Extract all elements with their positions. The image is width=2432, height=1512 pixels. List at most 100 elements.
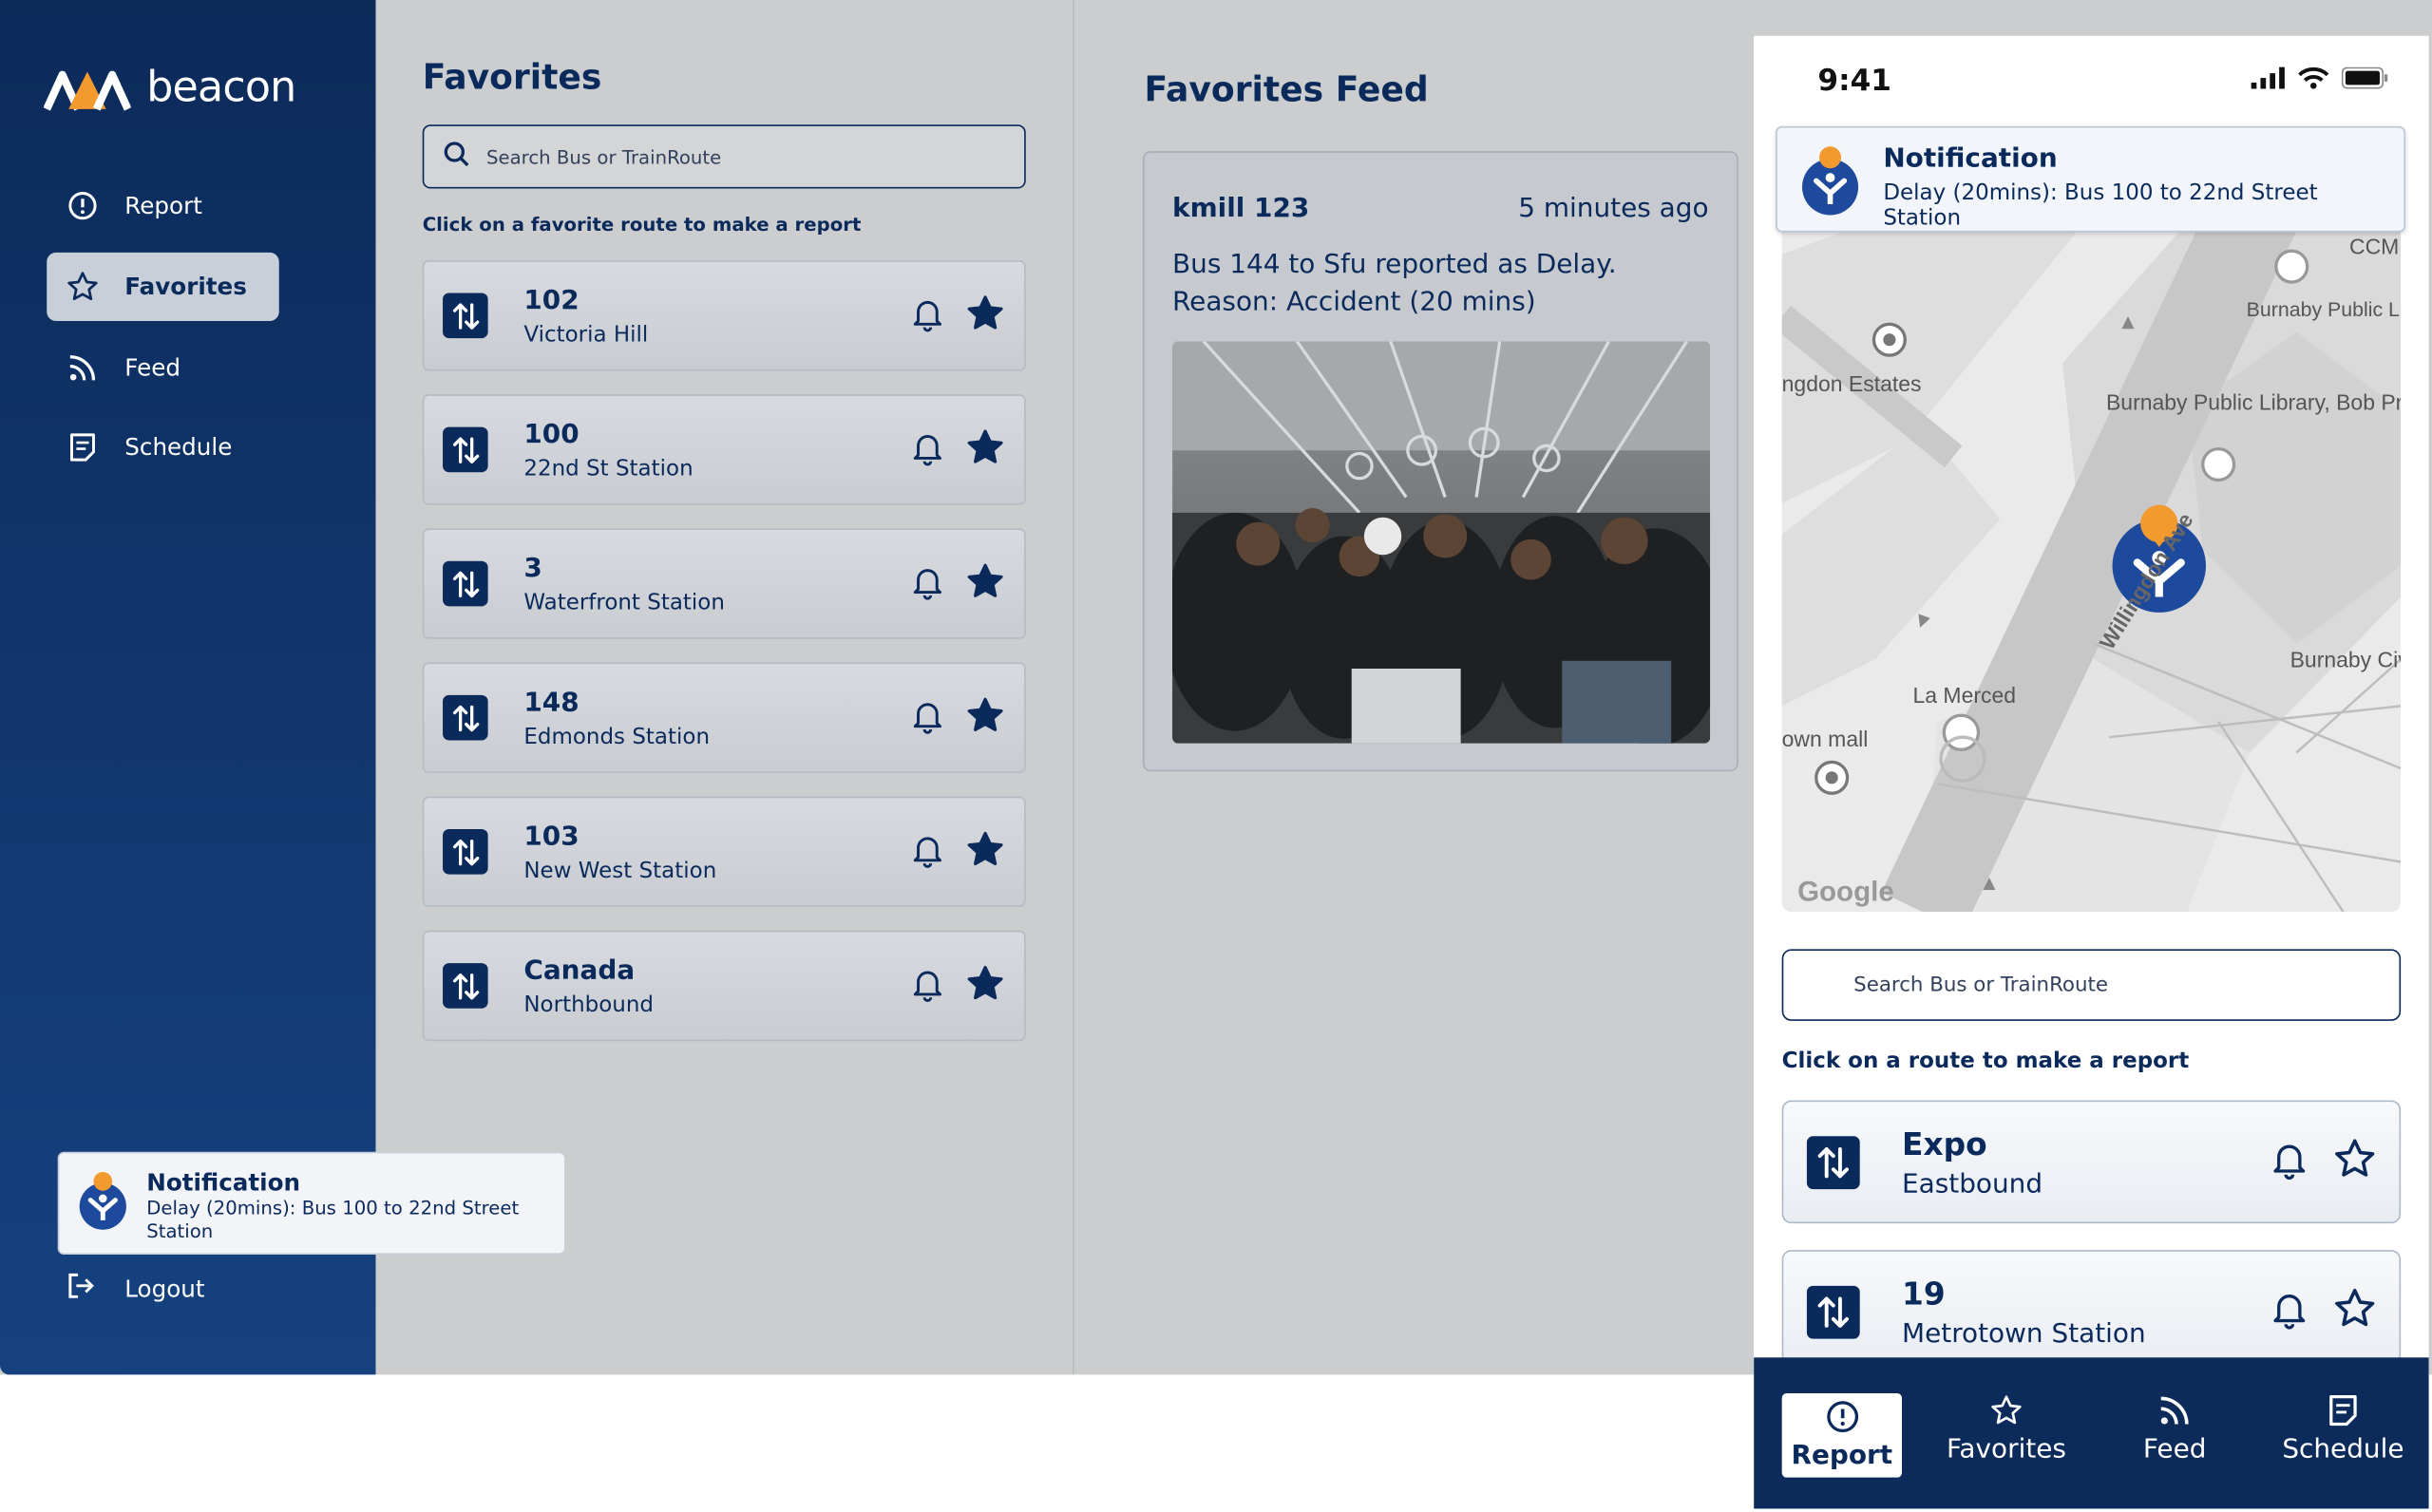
sidebar-item-favorites[interactable]: Favorites bbox=[47, 252, 279, 322]
bell-icon[interactable] bbox=[909, 696, 946, 740]
bell-icon[interactable] bbox=[909, 562, 946, 606]
favorite-route-card[interactable]: 148 Edmonds Station bbox=[422, 662, 1026, 773]
favorite-route-card[interactable]: 100 22nd St Station bbox=[422, 394, 1026, 505]
route-name: New West Station bbox=[523, 858, 717, 883]
star-outline-icon[interactable] bbox=[2332, 1286, 2378, 1337]
star-icon bbox=[66, 270, 100, 304]
route-number: 100 bbox=[523, 418, 580, 450]
bell-icon[interactable] bbox=[909, 427, 946, 471]
bell-icon[interactable] bbox=[909, 964, 946, 1008]
tab-schedule[interactable]: Schedule bbox=[2259, 1393, 2427, 1465]
bottom-tab-bar: Report Favorites Feed Schedule bbox=[1754, 1357, 2429, 1509]
logo[interactable]: beacon bbox=[43, 63, 296, 113]
tab-label: Schedule bbox=[2282, 1433, 2404, 1465]
sidebar-item-feed[interactable]: Feed bbox=[47, 333, 279, 402]
star-filled-icon[interactable] bbox=[965, 694, 1006, 741]
map-label-library: Burnaby Public Library, Bob Prittie... bbox=[2106, 390, 2401, 415]
star-filled-icon[interactable] bbox=[965, 962, 1006, 1009]
phone-mockup: 9:41 ngdon Estates Burnaby Public Librar… bbox=[1754, 35, 2429, 1509]
phone-route-card[interactable]: Expo Eastbound bbox=[1781, 1100, 2402, 1224]
favorite-route-card[interactable]: 102 Victoria Hill bbox=[422, 260, 1026, 371]
map-label-parking: Burnaby Public Library Parking bbox=[2247, 298, 2401, 321]
map-view[interactable]: ngdon Estates Burnaby Public Library, Bo… bbox=[1781, 191, 2402, 912]
favorite-route-card[interactable]: 3 Waterfront Station bbox=[422, 528, 1026, 639]
route-number: 102 bbox=[523, 284, 580, 316]
star-icon bbox=[1991, 1395, 2022, 1425]
star-outline-icon[interactable] bbox=[2332, 1136, 2378, 1187]
star-filled-icon[interactable] bbox=[965, 560, 1006, 607]
route-name: 22nd St Station bbox=[523, 455, 694, 482]
phone-route-card[interactable]: 19 Metrotown Station bbox=[1781, 1250, 2402, 1373]
beacon-logo-icon bbox=[43, 70, 131, 111]
route-name: Victoria Hill bbox=[523, 321, 649, 348]
favorite-route-card[interactable]: Canada Northbound bbox=[422, 930, 1026, 1042]
beacon-pin-icon bbox=[75, 1169, 131, 1238]
feed-post-user[interactable]: kmill 123 bbox=[1172, 193, 1309, 224]
alert-circle-icon bbox=[66, 189, 100, 223]
search-icon bbox=[443, 141, 471, 173]
map-label-mall: own mall bbox=[1782, 727, 1869, 751]
star-filled-icon[interactable] bbox=[965, 828, 1006, 875]
logout-button[interactable]: Logout bbox=[66, 1270, 205, 1307]
route-arrows-icon bbox=[443, 963, 488, 1009]
status-bar-icons bbox=[2251, 66, 2388, 89]
tab-feed[interactable]: Feed bbox=[2091, 1393, 2259, 1465]
phone-search-placeholder: Search Bus or TrainRoute bbox=[1853, 973, 2108, 997]
route-number: Canada bbox=[523, 954, 636, 986]
sidebar-item-report[interactable]: Report bbox=[47, 172, 279, 240]
alert-circle-icon bbox=[1826, 1401, 1858, 1433]
tab-label: Report bbox=[1791, 1440, 1893, 1472]
sidebar-item-schedule[interactable]: Schedule bbox=[47, 413, 279, 482]
route-arrows-icon bbox=[443, 829, 488, 875]
route-number: 103 bbox=[523, 820, 580, 852]
logout-icon bbox=[66, 1270, 97, 1307]
route-name: Waterfront Station bbox=[523, 590, 725, 615]
route-number: Expo bbox=[1902, 1124, 1987, 1162]
logout-label: Logout bbox=[124, 1275, 205, 1303]
route-arrows-icon bbox=[1806, 1285, 1860, 1338]
bell-icon[interactable] bbox=[909, 830, 946, 874]
route-number: 148 bbox=[523, 686, 580, 718]
map-label-la-merced: La Merced bbox=[1913, 683, 2017, 708]
feed-post-card[interactable]: kmill 123 5 minutes ago Bus 144 to Sfu r… bbox=[1142, 151, 1738, 772]
sidebar-item-label: Schedule bbox=[124, 433, 233, 462]
favorite-route-card[interactable]: 103 New West Station bbox=[422, 796, 1026, 908]
favorites-hint: Click on a favorite route to make a repo… bbox=[422, 213, 862, 236]
desktop-app: beacon Report Favorites Feed Schedule Lo… bbox=[0, 0, 2432, 1509]
notification-message: Delay (20mins): Bus 100 to 22nd Street S… bbox=[146, 1197, 520, 1242]
tab-report[interactable]: Report bbox=[1781, 1393, 1903, 1478]
phone-notification-message: Delay (20mins): Bus 100 to 22nd Street S… bbox=[1883, 180, 2318, 231]
map-label-estates: ngdon Estates bbox=[1782, 371, 1922, 396]
panel-divider bbox=[1073, 0, 1074, 1375]
search-input[interactable]: Search Bus or TrainRoute bbox=[422, 124, 1026, 189]
feed-post-message: Bus 144 to Sfu reported as Delay. Reason… bbox=[1172, 249, 1617, 318]
brand-name: beacon bbox=[146, 63, 296, 112]
map-label-google: Google bbox=[1797, 876, 1894, 907]
sidebar-item-label: Favorites bbox=[124, 273, 247, 301]
status-bar-time: 9:41 bbox=[1817, 64, 1891, 99]
route-name: Edmonds Station bbox=[523, 724, 711, 749]
phone-route-hint: Click on a route to make a report bbox=[1781, 1049, 2190, 1074]
schedule-icon bbox=[2329, 1395, 2357, 1427]
map-label-ccm: CCM bbox=[2349, 234, 2399, 258]
signal-icon bbox=[2251, 66, 2285, 89]
tab-favorites[interactable]: Favorites bbox=[1922, 1393, 2090, 1465]
notification-title: Notification bbox=[146, 1168, 301, 1198]
route-arrows-icon bbox=[1806, 1135, 1860, 1189]
bell-icon[interactable] bbox=[2269, 1287, 2310, 1335]
route-arrows-icon bbox=[443, 560, 488, 607]
tab-label: Favorites bbox=[1946, 1433, 2066, 1465]
route-arrows-icon bbox=[443, 694, 488, 741]
page-title: Favorites bbox=[422, 59, 602, 99]
crowded-bus-photo bbox=[1172, 341, 1711, 744]
bell-icon[interactable] bbox=[909, 293, 946, 337]
rss-icon bbox=[2160, 1396, 2189, 1425]
phone-search-input[interactable]: Search Bus or TrainRoute bbox=[1781, 949, 2402, 1021]
star-filled-icon[interactable] bbox=[965, 426, 1006, 473]
phone-notification[interactable]: Notification Delay (20mins): Bus 100 to … bbox=[1776, 125, 2406, 233]
bell-icon[interactable] bbox=[2269, 1138, 2310, 1186]
feed-post-photo[interactable] bbox=[1172, 341, 1711, 744]
notification-toast[interactable]: Notification Delay (20mins): Bus 100 to … bbox=[57, 1151, 566, 1256]
star-filled-icon[interactable] bbox=[965, 293, 1006, 339]
schedule-icon bbox=[66, 430, 100, 464]
